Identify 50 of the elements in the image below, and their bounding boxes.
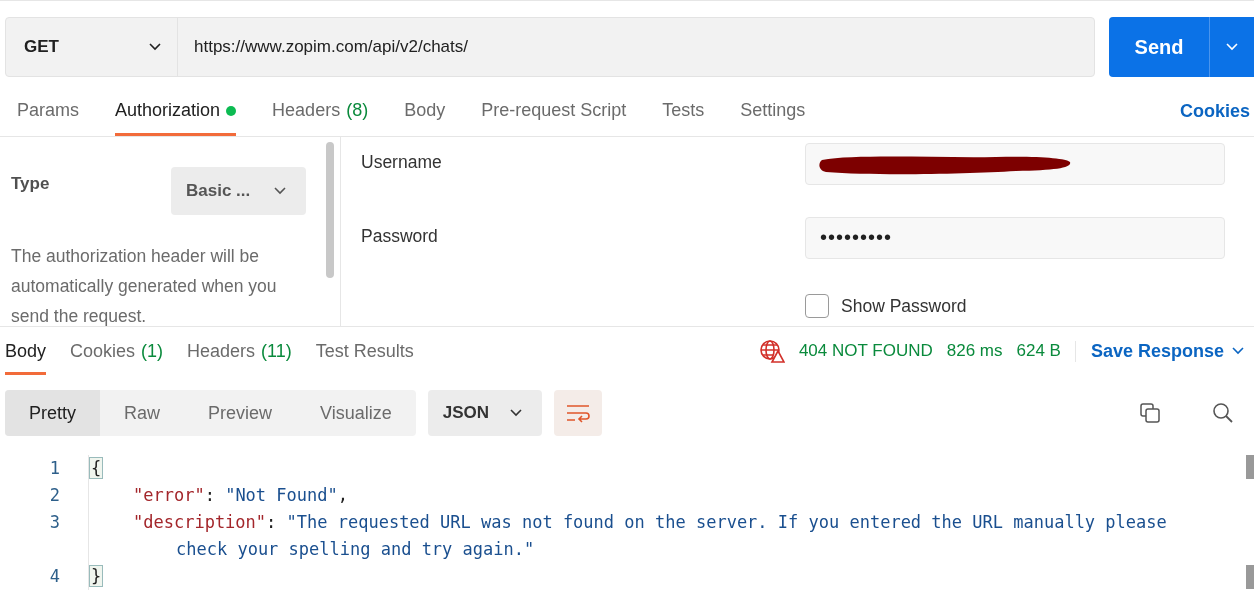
username-field[interactable] — [805, 143, 1225, 185]
response-time: 826 ms — [946, 341, 1003, 361]
tab[interactable]: Headers (11) — [187, 341, 292, 375]
save-response-button[interactable]: Save Response — [1074, 340, 1254, 362]
tab[interactable]: Settings — [740, 100, 806, 136]
checkbox[interactable] — [805, 294, 829, 319]
view-mode-tab[interactable]: Pretty — [5, 390, 100, 436]
view-mode-tab[interactable]: Raw — [100, 390, 185, 436]
type-label: Type — [11, 174, 50, 194]
auth-type-select[interactable]: Basic ... — [171, 167, 306, 215]
count: (11) — [261, 341, 292, 362]
tab[interactable]: Test Results — [315, 341, 414, 375]
chevron-down-icon — [1232, 347, 1244, 355]
line-number: 1 — [48, 457, 61, 480]
scrollbar[interactable] — [326, 142, 334, 278]
tab[interactable]: Body — [404, 100, 446, 136]
tab[interactable]: Params — [17, 100, 79, 136]
chevron-down-icon — [1226, 43, 1238, 51]
field-label: Password — [361, 224, 439, 248]
globe-warning-icon — [758, 339, 785, 363]
scrollbar-thumb[interactable] — [1246, 565, 1254, 589]
count: (1) — [141, 341, 164, 362]
tab[interactable]: Tests — [662, 100, 705, 136]
chevron-down-icon — [509, 409, 522, 417]
copy-icon[interactable] — [1138, 401, 1162, 425]
wrap-lines-icon[interactable] — [553, 390, 602, 436]
chevron-down-icon — [274, 187, 286, 195]
view-mode-tab[interactable]: Preview — [184, 390, 297, 436]
password-field[interactable]: ••••••••• — [805, 216, 1225, 259]
code-line: "error": "Not Found", — [133, 484, 349, 507]
code-line: "description": "The requested URL was not found on the server. If you entered the URL manually please check your spelling and try again." — [133, 511, 1168, 561]
tab[interactable]: Headers (8) — [272, 100, 369, 136]
cookies-link[interactable]: Cookies — [1179, 101, 1250, 136]
tab[interactable]: Body — [5, 341, 47, 375]
field-label: Username — [361, 151, 443, 174]
line-number: 4 — [48, 565, 61, 588]
search-icon[interactable] — [1212, 402, 1234, 424]
format-select[interactable]: JSON — [427, 390, 542, 436]
tab[interactable]: Pre-request Script — [481, 100, 627, 136]
line-number: 2 — [48, 484, 61, 507]
status-code: 404 NOT FOUND — [798, 341, 933, 361]
scrollbar-thumb[interactable] — [1246, 455, 1254, 479]
response-size: 624 B — [1016, 341, 1061, 361]
tab[interactable]: Authorization — [115, 100, 237, 136]
line-number: 3 — [48, 511, 61, 534]
view-mode-tab[interactable]: Visualize — [296, 390, 416, 436]
auth-description: The authorization header will be automatically generated when you send the request. — [11, 245, 278, 328]
checkbox-label: Show Password — [841, 295, 967, 317]
tab[interactable]: Cookies (1) — [70, 341, 164, 375]
count: (8) — [346, 100, 369, 121]
